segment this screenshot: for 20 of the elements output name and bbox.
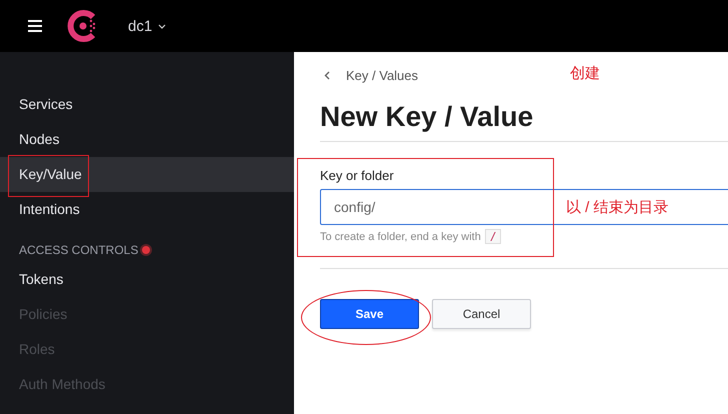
field-label: Key or folder [320, 168, 395, 183]
caret-icon [158, 24, 166, 28]
hint-text: To create a folder, end a key with [320, 230, 481, 242]
code-text: / [484, 229, 502, 244]
sidebar-item[interactable]: Tokens [0, 262, 294, 297]
back-icon[interactable] [324, 71, 330, 80]
annotation-text: 创建 [570, 64, 600, 83]
menu-icon[interactable] [28, 20, 42, 32]
sidebar-item[interactable]: Services [0, 87, 294, 122]
datacenter-dropdown[interactable]: dc1 [128, 18, 166, 34]
annotation-text: 以 / 结束为目录 [566, 198, 669, 217]
sidebar-item[interactable]: Key/Value [0, 157, 294, 192]
save-button[interactable]: Save [320, 299, 419, 329]
sidebar-item[interactable]: Nodes [0, 122, 294, 157]
page-title: New Key / Value [320, 100, 534, 134]
sidebar-item[interactable]: Intentions [0, 192, 294, 227]
breadcrumb-link[interactable]: Key / Values [346, 68, 418, 83]
status-dot-icon [142, 246, 150, 254]
cancel-button[interactable]: Cancel [432, 299, 531, 329]
section-header: ACCESS CONTROLS [19, 242, 138, 256]
